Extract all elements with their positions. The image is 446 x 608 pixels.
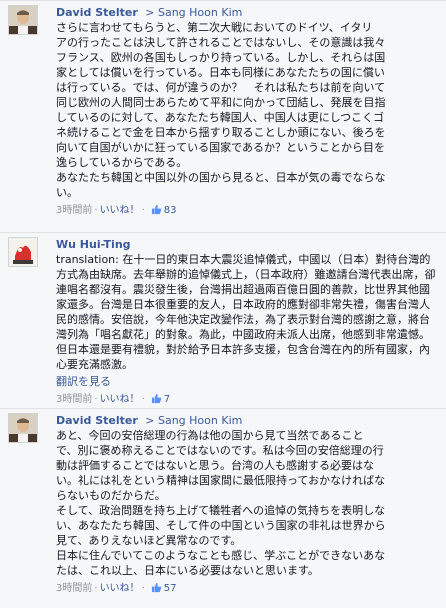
author-name[interactable]: Wu Hui-Ting <box>56 238 131 251</box>
comment-line: い、あなたたち韓国、そして件の中国という国家の非礼は世界から <box>56 519 386 532</box>
comment: David Stelter > Sang Hoon Kim さらに言わせてもらう… <box>0 0 446 232</box>
comment-line: アの行ったことは決して許されることではないし、その意識は我々 <box>56 36 386 49</box>
comment-header: David Stelter > Sang Hoon Kim <box>56 413 438 428</box>
thumbs-up-icon <box>151 582 161 593</box>
avatar[interactable] <box>8 413 38 443</box>
comment-line: さらに言わせてもらうと、第二次大戦においてのドイツ、イタリ <box>56 21 373 34</box>
author-name[interactable]: David Stelter <box>56 414 138 427</box>
comment-line: translation: 在十一日的東日本大震災追悼儀式，中國以（日本）對待台灣… <box>56 253 436 371</box>
reply-arrow-icon: > <box>145 6 155 19</box>
timestamp[interactable]: 3時間前 <box>56 205 92 216</box>
comment-header: Wu Hui-Ting <box>56 237 438 252</box>
comment-line: 向いて自国がいかに狂っている国家であるか？ということから目を <box>56 141 386 154</box>
comment: Wu Hui-Ting translation: 在十一日的東日本大震災追悼儀式… <box>0 232 446 408</box>
comment-line: らないものだからだ。 <box>56 489 166 502</box>
comment-line: 同じ欧州の人間同士あらためて平和に向かって団結し、発展を目指 <box>56 96 386 109</box>
comment-line: い。礼には礼をという精神は国家間に最低限持っておかなければな <box>56 474 386 487</box>
comment-line: あなたたち韓国と中国以外の国から見ると、日本が気の毒でならな <box>56 171 386 184</box>
comment-line: 日本に住んでいてこのようなことも感じ、学ぶことができないあな <box>56 549 386 562</box>
comment-line: たは、これ以上、日本にいる必要はないと思います。 <box>56 564 319 577</box>
comment-line: あと、今回の安倍総理の行為は他の国から見て当然であること <box>56 429 364 442</box>
comment-line: そして、政治問題を持ち上げて犠牲者への追悼の気持ちを表明しな <box>56 504 386 517</box>
comment-line: は行っている。では、何が違うのか？ それは私たちは前を向いて <box>56 81 386 94</box>
like-count[interactable]: 83 <box>164 205 177 216</box>
comment-text: あと、今回の安倍総理の行為は他の国から見て当然であること で、別に褒め称えること… <box>56 428 438 578</box>
timestamp[interactable]: 3時間前 <box>56 583 92 594</box>
comment-line: 動は評価することではないと思う。台湾の人も感謝する必要はな <box>56 459 375 472</box>
thumbs-up-icon <box>151 393 161 404</box>
reply-target-name[interactable]: Sang Hoon Kim <box>158 6 242 19</box>
reply-target-name[interactable]: Sang Hoon Kim <box>158 414 242 427</box>
comment-text: さらに言わせてもらうと、第二次大戦においてのドイツ、イタリ アの行ったことは決し… <box>56 20 438 200</box>
avatar[interactable] <box>8 237 38 267</box>
comment: David Stelter > Sang Hoon Kim あと、今回の安倍総理… <box>0 408 446 608</box>
author-name[interactable]: David Stelter <box>56 6 138 19</box>
like-count[interactable]: 57 <box>164 583 177 594</box>
comment-line: 逸らしているからである。 <box>56 156 188 169</box>
comment-meta: 3時間前 · いいね！ · 57 <box>56 582 177 594</box>
comment-header: David Stelter > Sang Hoon Kim <box>56 5 438 20</box>
comment-line: 家としては償いを行っている。日本も同様にあなたたちの国に償い <box>56 66 385 79</box>
like-count[interactable]: 7 <box>164 394 170 405</box>
comment-line: 見て、ありえないほど異常なのです。 <box>56 534 242 547</box>
comment-meta: 3時間前 · いいね！ · 7 <box>56 393 171 405</box>
timestamp[interactable]: 3時間前 <box>56 394 92 405</box>
comment-line: フランス、欧州の各国もしっかり持っている。しかし、それらは国 <box>56 51 386 64</box>
comment-feed: David Stelter > Sang Hoon Kim さらに言わせてもらう… <box>0 0 446 608</box>
reply-arrow-icon: > <box>145 414 155 427</box>
see-translation-link[interactable]: 翻訳を見る <box>56 374 438 389</box>
avatar[interactable] <box>8 5 38 35</box>
comment-line: ネ続けることで金を日本から揺すり取ることしか頭にない、後ろを <box>56 126 386 139</box>
comment-meta: 3時間前 · いいね！ · 83 <box>56 204 177 216</box>
comment-text: translation: 在十一日的東日本大震災追悼儀式，中國以（日本）對待台灣… <box>56 252 438 372</box>
like-button[interactable]: いいね！ <box>100 583 140 594</box>
like-button[interactable]: いいね！ <box>100 394 140 405</box>
comment-line: で、別に褒め称えることではないのです。私は今回の安倍総理の行 <box>56 444 384 457</box>
like-button[interactable]: いいね！ <box>100 205 140 216</box>
thumbs-up-icon <box>151 204 161 215</box>
comment-line: しているのに対して、あなたたち韓国人、中国人は更にしつこくゴ <box>56 111 385 124</box>
comment-line: い。 <box>56 186 78 199</box>
